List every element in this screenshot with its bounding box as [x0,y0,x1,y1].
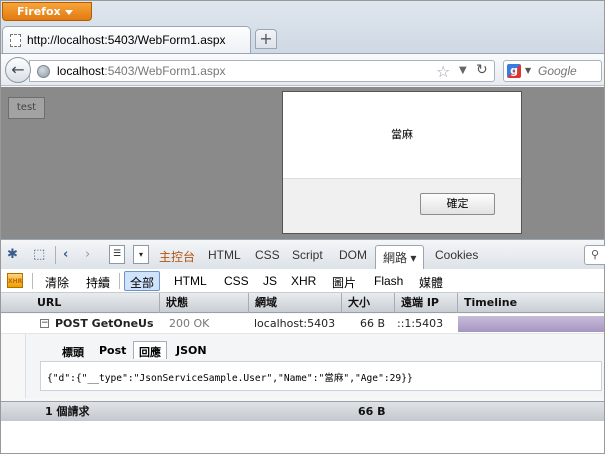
persist-button[interactable]: 持續 [86,274,110,291]
firefox-menu-label: Firefox [17,5,61,18]
net-filter-bar: XHR 清除 持續 全部 HTML CSS JS XHR 圖片 Flash 媒體 [1,269,604,293]
tab-cookies[interactable]: Cookies [435,248,478,262]
response-body: {"d":{"__type":"JsonServiceSample.User",… [40,361,602,391]
column-timeline[interactable]: Timeline [458,293,604,313]
filter-images[interactable]: 圖片 [332,274,356,291]
tab-console[interactable]: 主控台 [159,248,195,265]
chevron-right-icon[interactable]: › [85,247,90,262]
toolbar-separator [55,246,56,264]
page-icon [10,34,21,47]
options-dropdown-icon[interactable]: ▾ [133,245,149,264]
request-status: 200 OK [169,317,210,330]
url-host: localhost [57,64,105,78]
inspect-icon[interactable]: ⬚ [33,247,45,262]
detail-tab-headers[interactable]: 標頭 [62,344,84,360]
detail-tab-post[interactable]: Post [99,344,126,357]
chevron-down-icon [65,10,73,15]
request-count: 1 個請求 [45,405,90,418]
collapse-icon[interactable]: − [40,319,49,328]
request-size: 66 B [360,317,386,330]
new-tab-button[interactable]: + [255,29,277,49]
tab-title: http://localhost:5403/WebForm1.aspx [27,33,226,47]
google-icon[interactable]: g [507,64,521,78]
request-domain: localhost:5403 [254,317,336,330]
filter-flash[interactable]: Flash [374,274,403,288]
dialog-message: 當麻 [391,128,413,141]
search-box[interactable]: g ▼ Google [503,60,602,82]
tab-net[interactable]: 網路 ▾ [375,245,425,271]
browser-window: Firefox http://localhost:5403/WebForm1.a… [0,0,605,454]
title-bar: Firefox http://localhost:5403/WebForm1.a… [1,1,604,53]
detail-tab-response[interactable]: 回應 [133,341,167,359]
detail-tab-json[interactable]: JSON [176,344,207,357]
column-size[interactable]: 大小 [342,293,395,313]
search-engine-dropdown-icon[interactable]: ▼ [525,66,531,75]
reload-icon[interactable]: ↻ [476,62,488,78]
url-path: :5403/WebForm1.aspx [104,64,226,78]
filter-css[interactable]: CSS [224,274,249,288]
xhr-icon: XHR [7,273,23,288]
column-domain[interactable]: 網域 [249,293,342,313]
dialog-footer: 確定 [283,178,521,233]
tab-dom[interactable]: DOM [339,248,367,262]
request-detail-panel: 標頭 Post 回應 JSON {"d":{"__type":"JsonServ… [25,334,604,398]
table-row[interactable]: − POST GetOneUser 200 OK localhost:5403 … [1,314,604,334]
test-button[interactable]: test [8,97,45,119]
back-button[interactable]: ← [5,57,31,83]
browser-tab[interactable]: http://localhost:5403/WebForm1.aspx [2,26,251,53]
firefox-menu-button[interactable]: Firefox [2,2,92,21]
request-remote-ip: ::1:5403 [397,317,444,330]
column-status[interactable]: 狀態 [160,293,249,313]
request-url[interactable]: POST GetOneUser [55,314,154,334]
navigation-bar: localhost:5403/WebForm1.aspx ☆ ▼ ↻ ← g ▼… [1,53,604,86]
firebug-bug-icon[interactable]: ✱ [7,247,18,262]
search-placeholder: Google [538,64,577,78]
filter-media[interactable]: 媒體 [419,274,443,291]
bookmark-star-icon[interactable]: ☆ [436,62,450,81]
history-dropdown-icon[interactable]: ▼ [459,65,467,76]
column-remote-ip[interactable]: 遠端 IP [395,293,458,313]
net-table-header: URL 狀態 網域 大小 遠端 IP Timeline [1,293,604,313]
tab-html[interactable]: HTML [208,248,241,262]
empty-panel-area [1,421,604,453]
globe-icon [37,65,50,78]
total-size: 66 B [358,405,386,418]
response-text: {"d":{"__type":"JsonServiceSample.User",… [47,373,413,384]
timeline-bar[interactable] [458,316,604,332]
column-url[interactable]: URL [31,293,160,313]
ok-button[interactable]: 確定 [420,193,495,215]
tab-css[interactable]: CSS [255,248,280,262]
url-bar[interactable]: localhost:5403/WebForm1.aspx ☆ ▼ ↻ [29,60,495,82]
menu-icon[interactable]: ☰ [109,245,125,264]
filter-html[interactable]: HTML [174,274,207,288]
clear-button[interactable]: 清除 [45,274,69,291]
chevron-left-icon[interactable]: ‹ [63,247,68,262]
net-summary-row: 1 個請求 66 B [1,401,604,421]
back-arrow-icon: ← [11,60,25,79]
tab-script[interactable]: Script [292,248,323,262]
alert-dialog: 當麻 確定 [282,91,522,234]
filter-all[interactable]: 全部 [124,271,161,291]
filter-js[interactable]: JS [263,274,277,288]
firebug-toolbar: ✱ ⬚ ‹ › ☰ ▾ 主控台 HTML CSS Script DOM 網路 ▾… [1,239,605,271]
filter-separator [32,273,33,289]
search-icon[interactable]: ⚲ [584,245,605,265]
url-text: localhost:5403/WebForm1.aspx [57,64,226,78]
filter-separator [119,273,120,289]
filter-xhr[interactable]: XHR [291,274,316,288]
page-content: test 當麻 確定 [1,87,604,239]
